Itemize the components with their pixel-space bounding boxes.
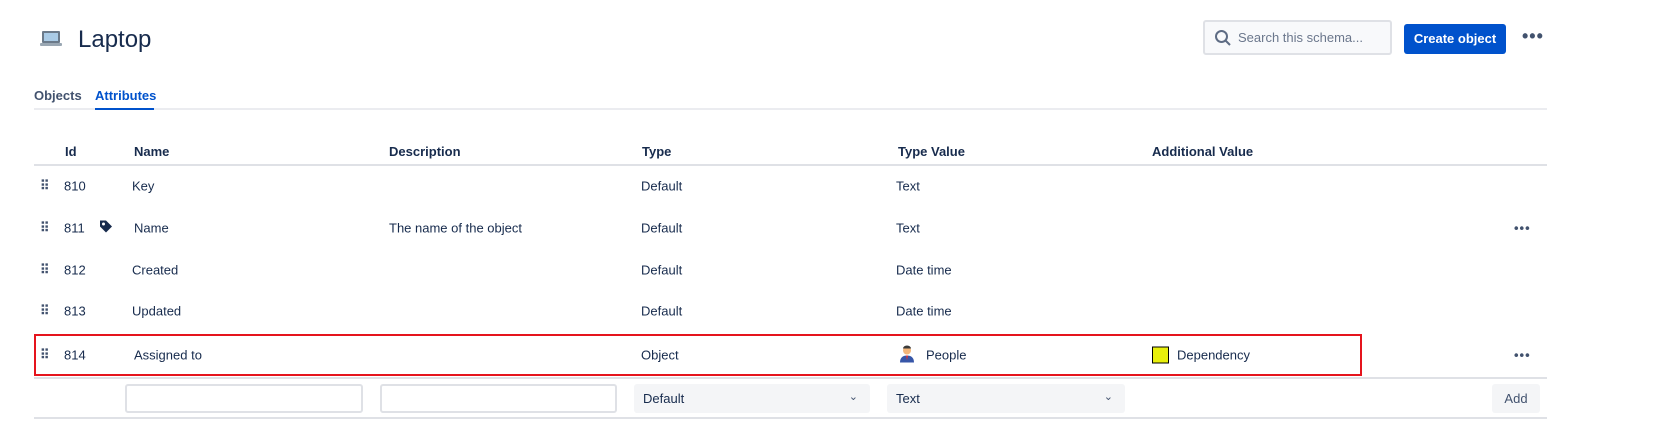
row-type-value: Text bbox=[896, 178, 920, 194]
chevron-down-icon: ⌄ bbox=[848, 391, 858, 403]
add-button[interactable]: Add bbox=[1492, 384, 1540, 413]
tag-icon bbox=[99, 220, 113, 237]
new-description-input[interactable] bbox=[380, 384, 617, 413]
new-name-input[interactable] bbox=[125, 384, 363, 413]
table-row[interactable]: ⠿ 812 Created Default Date time bbox=[34, 249, 1547, 291]
laptop-icon-base bbox=[40, 43, 62, 46]
column-header-additional-value: Additional Value bbox=[1152, 144, 1254, 159]
search-icon bbox=[1215, 30, 1231, 46]
color-swatch bbox=[1152, 346, 1169, 364]
row-type: Default bbox=[641, 220, 683, 236]
more-actions-button[interactable]: ••• bbox=[1522, 26, 1544, 47]
row-id: 812 bbox=[64, 262, 86, 278]
chevron-down-icon: ⌄ bbox=[1103, 391, 1113, 403]
search-input[interactable]: Search this schema... bbox=[1203, 20, 1392, 55]
type-select-value: Default bbox=[643, 391, 685, 406]
create-object-button[interactable]: Create object bbox=[1404, 24, 1506, 54]
row-id: 810 bbox=[64, 178, 86, 194]
drag-handle-icon[interactable]: ⠿ bbox=[40, 262, 49, 278]
table-row[interactable]: ⠿ 814 Assigned to Object People Dependen… bbox=[34, 334, 1547, 376]
row-additional-value: Dependency bbox=[1177, 347, 1250, 363]
row-name: Updated bbox=[132, 303, 182, 319]
row-more-button[interactable]: ••• bbox=[1514, 348, 1531, 363]
type-value-select[interactable]: Text ⌄ bbox=[887, 384, 1125, 413]
row-type-value: Text bbox=[896, 220, 920, 236]
column-header-type: Type bbox=[642, 144, 672, 159]
type-select[interactable]: Default ⌄ bbox=[634, 384, 870, 413]
row-type: Object bbox=[641, 347, 679, 363]
row-type: Default bbox=[641, 303, 683, 319]
row-description: The name of the object bbox=[389, 220, 522, 236]
column-header-type-value: Type Value bbox=[898, 144, 965, 159]
row-name: Name bbox=[134, 220, 169, 236]
drag-handle-icon[interactable]: ⠿ bbox=[40, 347, 49, 363]
row-type: Default bbox=[641, 262, 683, 278]
row-type-value: Date time bbox=[896, 262, 952, 278]
drag-handle-icon[interactable]: ⠿ bbox=[40, 220, 49, 236]
bottom-divider bbox=[34, 417, 1547, 419]
tab-divider bbox=[34, 108, 1547, 110]
row-name: Assigned to bbox=[134, 347, 202, 363]
row-type: Default bbox=[641, 178, 683, 194]
tab-selected-indicator bbox=[95, 108, 154, 110]
drag-handle-icon[interactable]: ⠿ bbox=[40, 178, 49, 194]
column-header-name: Name bbox=[134, 144, 170, 159]
tab-objects[interactable]: Objects bbox=[34, 88, 82, 103]
search-placeholder: Search this schema... bbox=[1238, 30, 1363, 45]
table-row[interactable]: ⠿ 810 Key Default Text bbox=[34, 165, 1547, 207]
column-header-id: Id bbox=[65, 144, 77, 159]
page-title: Laptop bbox=[78, 26, 152, 53]
column-header-description: Description bbox=[389, 144, 461, 159]
row-name: Key bbox=[132, 178, 155, 194]
row-type-value: Date time bbox=[896, 303, 952, 319]
rows-divider bbox=[34, 377, 1547, 379]
table-row[interactable]: ⠿ 811 Name The name of the object Defaul… bbox=[34, 207, 1547, 249]
tab-attributes[interactable]: Attributes bbox=[95, 88, 156, 103]
row-name: Created bbox=[132, 262, 179, 278]
drag-handle-icon[interactable]: ⠿ bbox=[40, 303, 49, 319]
person-icon bbox=[898, 345, 916, 366]
row-id: 811 bbox=[64, 220, 85, 236]
row-id: 814 bbox=[64, 347, 86, 363]
type-value-select-value: Text bbox=[896, 391, 920, 406]
table-row[interactable]: ⠿ 813 Updated Default Date time bbox=[34, 290, 1547, 332]
row-id: 813 bbox=[64, 303, 86, 319]
laptop-icon bbox=[42, 31, 60, 43]
row-type-value: People bbox=[926, 347, 967, 363]
row-more-button[interactable]: ••• bbox=[1514, 221, 1531, 236]
